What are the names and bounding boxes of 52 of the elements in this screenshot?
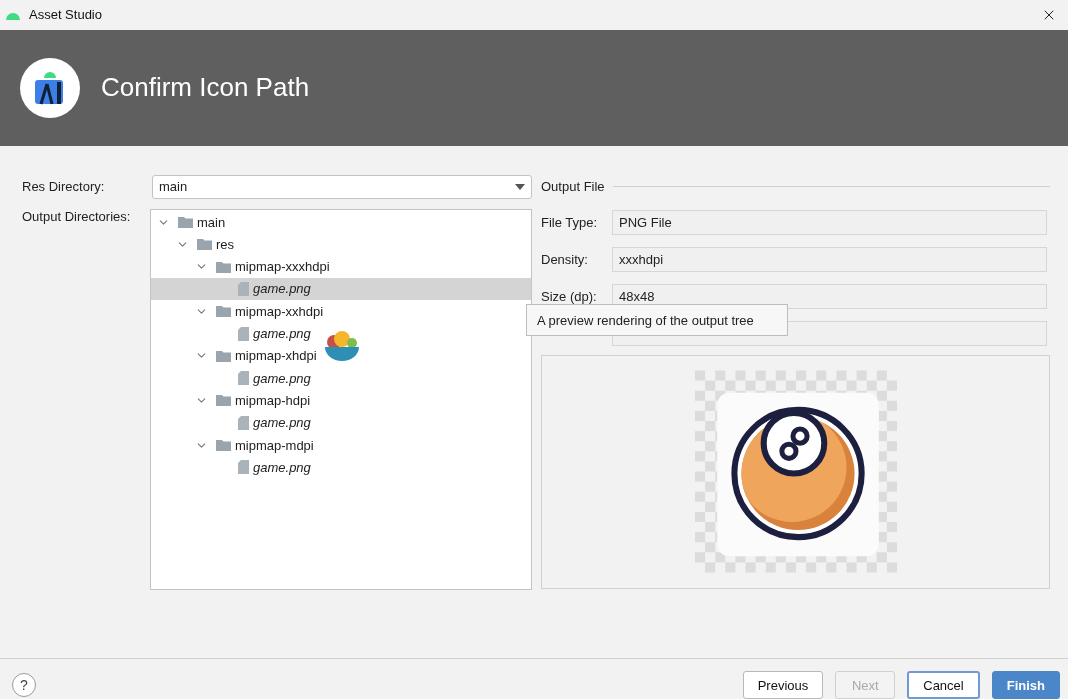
readonly-field: xxxhdpi bbox=[612, 246, 1047, 272]
file-icon bbox=[238, 326, 249, 341]
tree-item[interactable]: res bbox=[151, 233, 531, 256]
folder-icon bbox=[216, 394, 231, 407]
tree-label: mipmap-hdpi bbox=[235, 392, 311, 408]
tree-item[interactable]: game.png bbox=[151, 456, 531, 479]
file-icon bbox=[238, 460, 249, 475]
tree-label: res bbox=[216, 236, 235, 252]
tree-item[interactable]: main bbox=[151, 210, 531, 234]
res-directory-dropdown[interactable]: main bbox=[152, 174, 532, 199]
tree-item[interactable]: game.png bbox=[151, 277, 531, 301]
tree-label: game.png bbox=[253, 415, 311, 431]
tree-item[interactable]: mipmap-hdpi bbox=[151, 389, 531, 412]
field-label: Size (dp): bbox=[541, 288, 598, 304]
help-button[interactable]: ? bbox=[12, 673, 36, 697]
field-label: Density: bbox=[541, 251, 589, 267]
folder-icon bbox=[216, 349, 231, 362]
folder-icon bbox=[216, 439, 231, 451]
folder-icon bbox=[216, 260, 231, 273]
tree-item[interactable]: mipmap-xhdpi bbox=[151, 344, 531, 367]
file-icon bbox=[238, 415, 249, 430]
tree-label: mipmap-xxxhdpi bbox=[235, 259, 330, 275]
readonly-field: 48x48 bbox=[612, 283, 1047, 309]
tree-label: game.png bbox=[253, 281, 311, 297]
page-title: Confirm Icon Path bbox=[101, 72, 310, 104]
tree-label: mipmap-xhdpi bbox=[235, 348, 317, 364]
tree-label: mipmap-mdpi bbox=[235, 437, 314, 453]
field-label: Res Directory: bbox=[22, 177, 106, 196]
tree-item[interactable]: mipmap-xxxhdpi bbox=[151, 255, 531, 278]
tree-label: game.png bbox=[253, 459, 311, 475]
tree-item[interactable]: mipmap-mdpi bbox=[151, 433, 531, 457]
file-icon bbox=[238, 281, 249, 296]
tree-label: game.png bbox=[253, 326, 311, 342]
dialog-button[interactable]: Finish bbox=[991, 671, 1060, 699]
tree-label: game.png bbox=[253, 370, 311, 386]
folder-icon bbox=[216, 305, 231, 318]
dialog-button[interactable]: Previous bbox=[742, 671, 824, 699]
readonly-field: PNG File bbox=[612, 209, 1047, 235]
field-label: File Type: bbox=[541, 214, 599, 230]
tree-label: mipmap-xxhdpi bbox=[235, 303, 324, 319]
tree-label: main bbox=[197, 214, 226, 230]
tooltip: A preview rendering of the output tree bbox=[526, 304, 788, 336]
file-icon bbox=[238, 371, 249, 386]
folder-icon bbox=[197, 238, 212, 251]
tree-item[interactable]: game.png bbox=[151, 367, 531, 390]
tree-item[interactable]: game.png bbox=[151, 411, 531, 434]
dialog-button[interactable]: Cancel bbox=[907, 671, 980, 699]
caret-icon bbox=[515, 183, 525, 190]
field-label: Output Directories: bbox=[22, 208, 132, 225]
folder-icon bbox=[178, 216, 193, 229]
window-title: Asset Studio bbox=[29, 7, 103, 23]
section-title: Output File bbox=[541, 179, 605, 195]
